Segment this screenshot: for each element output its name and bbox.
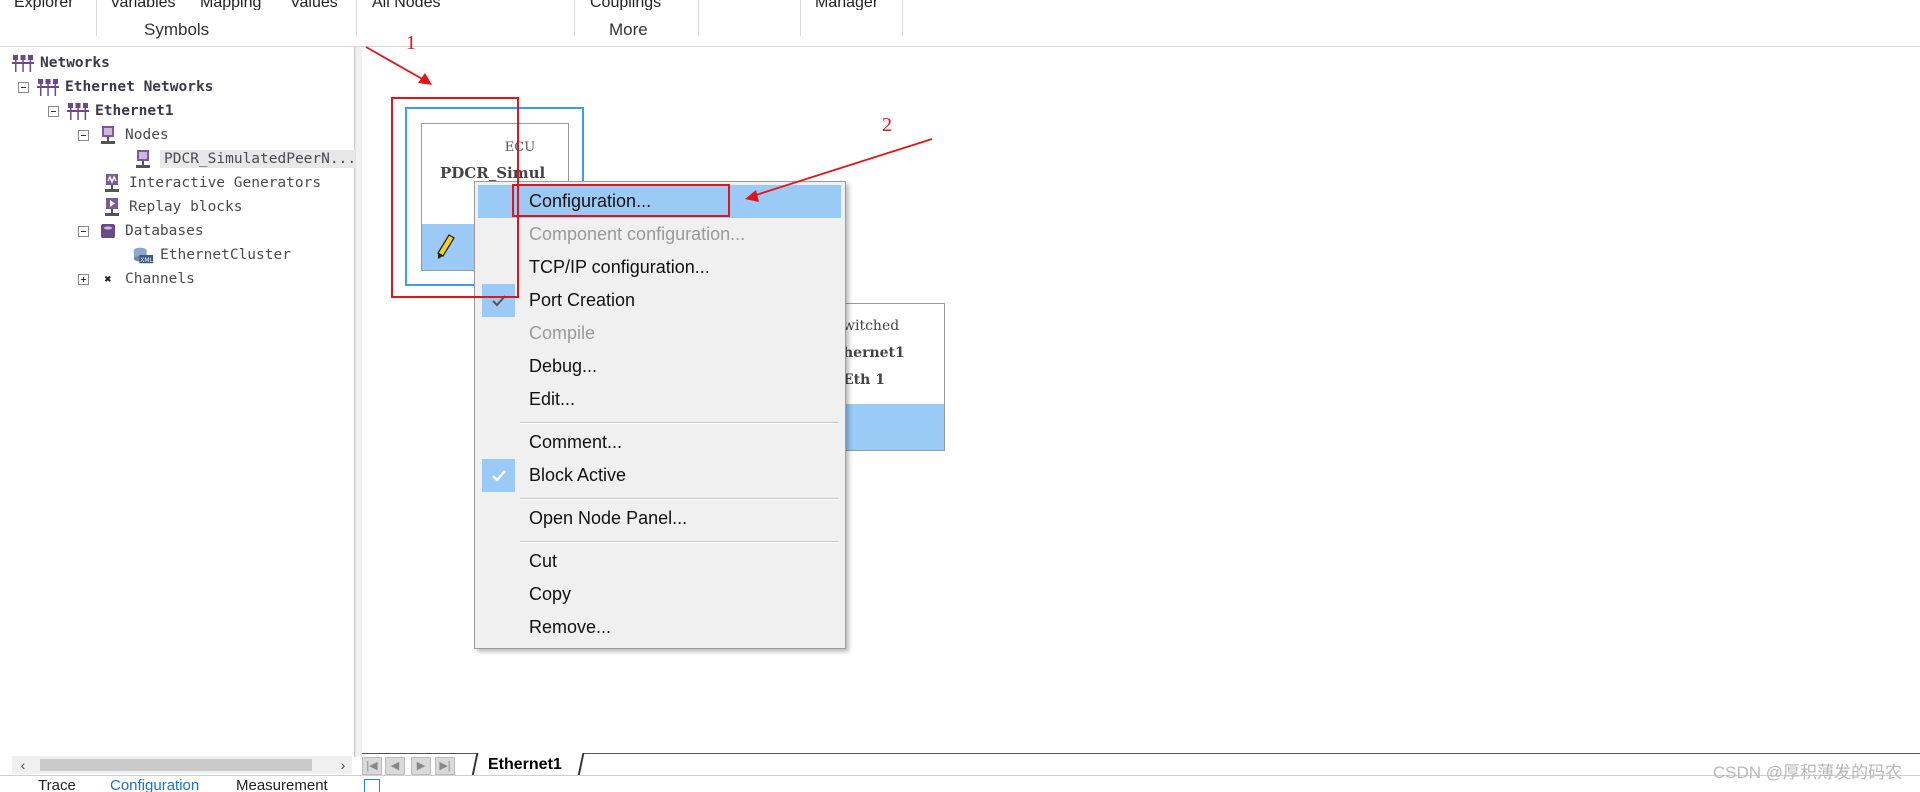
bottom-tab-bar: Trace Configuration Measurement — [0, 775, 1920, 792]
new-tab-icon[interactable] — [364, 779, 380, 792]
prev-sheet-icon[interactable]: ◀ — [385, 757, 405, 775]
next-sheet-icon[interactable]: ▶ — [411, 757, 431, 775]
watermark: CSDN @厚积薄发的码农 — [1712, 763, 1902, 782]
tab-trace[interactable]: Trace — [38, 777, 76, 792]
first-sheet-icon[interactable]: |◀ — [362, 757, 382, 775]
tab-configuration[interactable]: Configuration — [110, 777, 199, 792]
sheet-tab-label: Ethernet1 — [488, 756, 562, 773]
last-sheet-icon[interactable]: ▶| — [435, 757, 455, 775]
annotation-arrows — [365, 46, 933, 202]
tab-measurement[interactable]: Measurement — [236, 777, 328, 792]
sheet-tab-bar: |◀ ◀ ▶ ▶| Ethernet1 — [362, 753, 1920, 776]
sheet-tab-ethernet1[interactable]: Ethernet1 — [471, 753, 585, 776]
